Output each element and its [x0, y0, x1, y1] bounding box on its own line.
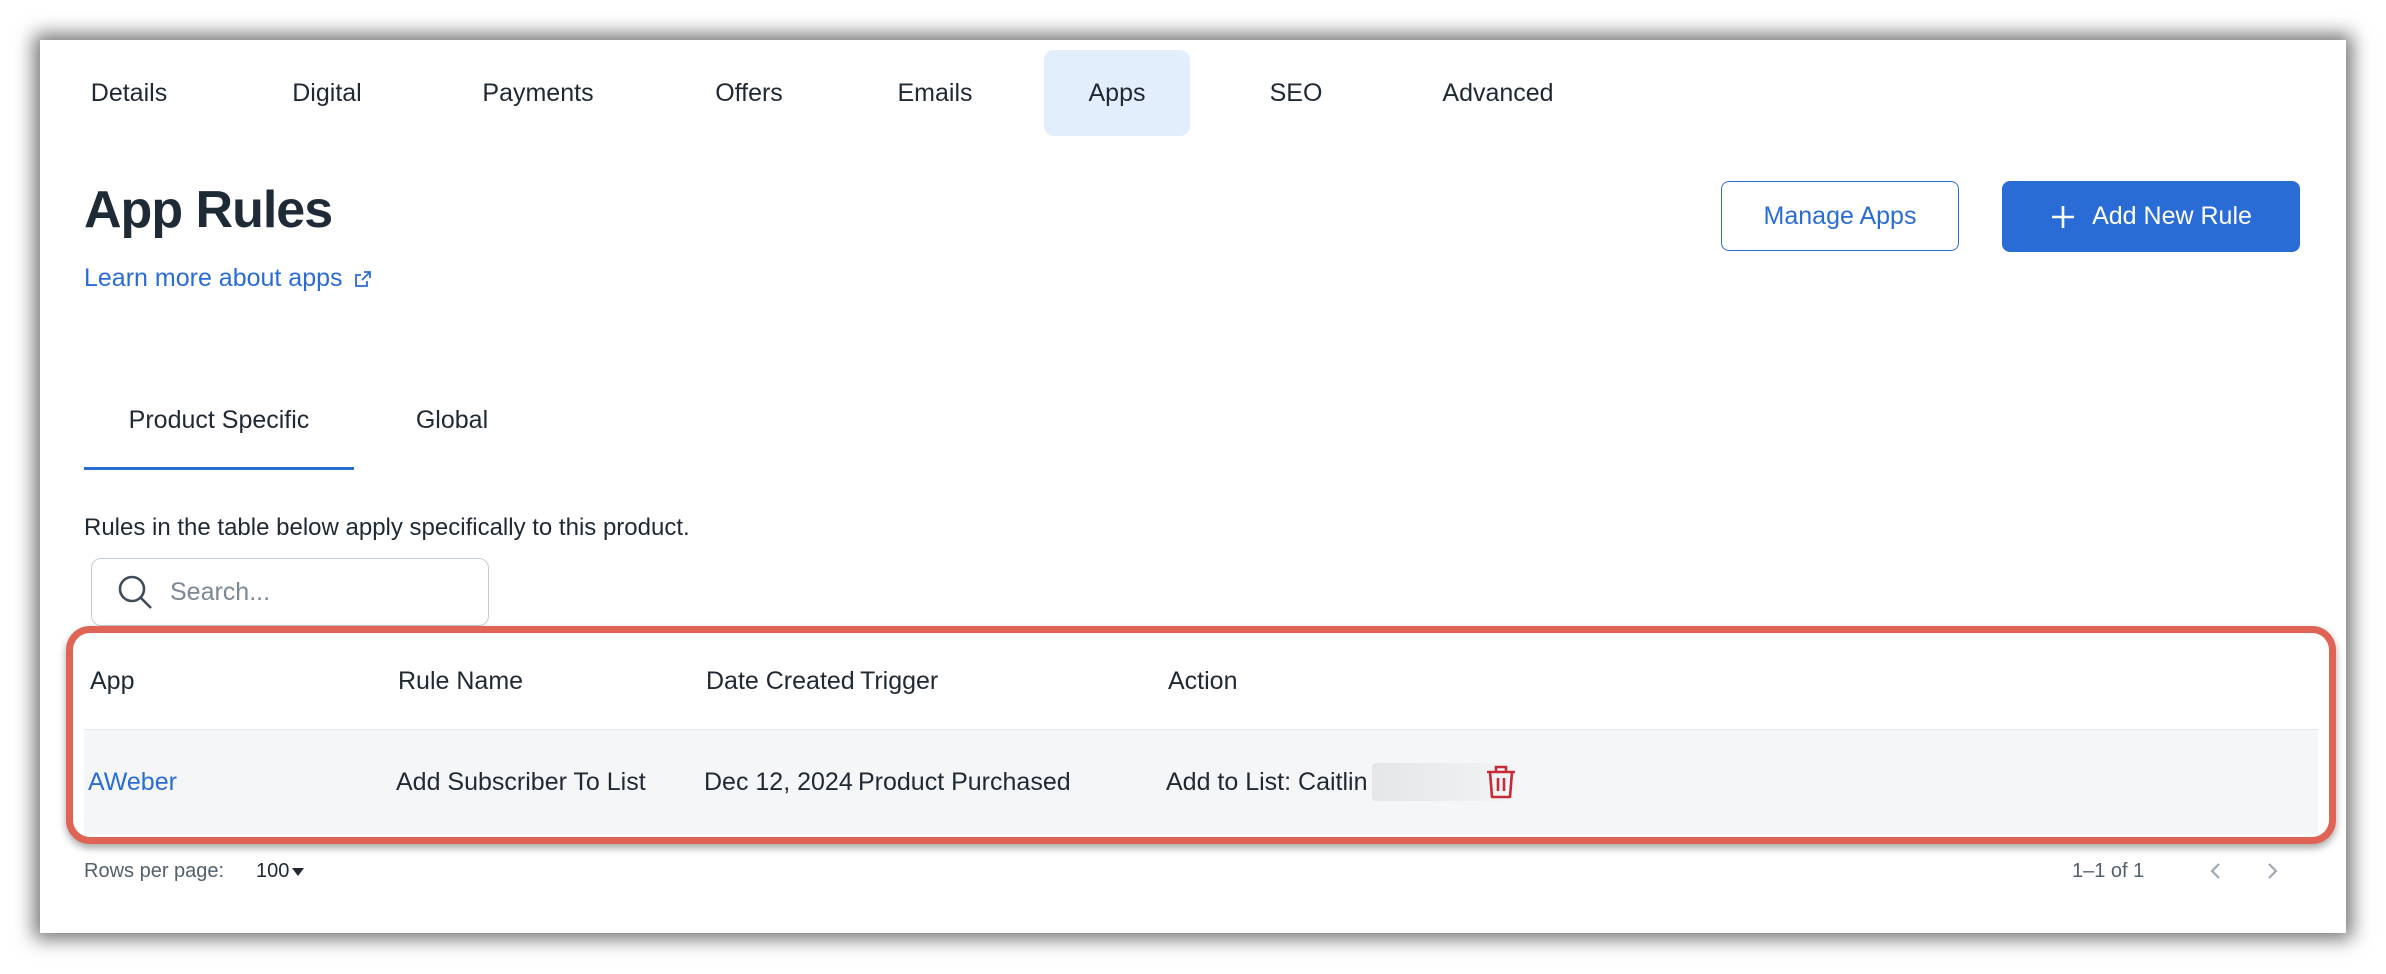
chevron-right-icon: [2268, 863, 2278, 879]
rule-scope-tabs: Product Specific Global: [84, 370, 584, 470]
row-rule-name: Add Subscriber To List: [396, 767, 646, 796]
tab-digital[interactable]: Digital: [268, 50, 386, 136]
header-trigger[interactable]: Trigger: [860, 633, 938, 729]
product-tabs: Details Digital Payments Offers Emails A…: [40, 50, 2346, 136]
header-app[interactable]: App: [90, 633, 134, 729]
app-rules-panel: Details Digital Payments Offers Emails A…: [40, 40, 2346, 933]
tab-global[interactable]: Global: [392, 370, 512, 470]
add-new-rule-label: Add New Rule: [2092, 202, 2252, 230]
header-rule-name[interactable]: Rule Name: [398, 633, 523, 729]
prev-page-button[interactable]: [2204, 856, 2228, 891]
rows-per-page-label: Rows per page:: [84, 860, 225, 882]
manage-apps-button[interactable]: Manage Apps: [1721, 181, 1959, 251]
page-title: App Rules: [84, 181, 333, 239]
add-new-rule-button[interactable]: Add New Rule: [2002, 181, 2300, 252]
tab-payments[interactable]: Payments: [458, 50, 618, 136]
delete-rule-button[interactable]: [1484, 730, 1518, 834]
tab-emails[interactable]: Emails: [878, 50, 992, 136]
row-date-created: Dec 12, 2024: [704, 767, 853, 796]
rows-per-page-select[interactable]: 100: [256, 860, 305, 883]
rules-description: Rules in the table below apply specifica…: [84, 514, 690, 541]
caret-down-icon: [292, 867, 305, 876]
rules-table: App Rule Name Date Created Trigger Actio…: [66, 626, 2336, 844]
row-action: Add to List: Caitlin: [1166, 730, 1522, 834]
search-box: [91, 558, 489, 626]
row-trigger: Product Purchased: [858, 767, 1071, 796]
tab-apps[interactable]: Apps: [1044, 50, 1190, 136]
tab-offers[interactable]: Offers: [692, 50, 806, 136]
chevron-left-icon: [2210, 863, 2220, 879]
trash-icon: [1487, 765, 1515, 799]
learn-more-link[interactable]: Learn more about apps: [84, 264, 373, 293]
learn-more-label: Learn more about apps: [84, 264, 343, 292]
search-input[interactable]: [168, 576, 472, 608]
table-row[interactable]: AWeber Add Subscriber To List Dec 12, 20…: [84, 730, 2318, 834]
pagination: Rows per page: 100 1–1 of 1: [40, 848, 2346, 898]
tab-product-specific[interactable]: Product Specific: [84, 370, 354, 470]
next-page-button[interactable]: [2260, 856, 2284, 891]
rows-per-page-value: 100: [256, 860, 290, 882]
header-action[interactable]: Action: [1168, 633, 1237, 729]
row-action-text: Add to List: Caitlin: [1166, 767, 1368, 796]
tab-advanced[interactable]: Advanced: [1418, 50, 1578, 136]
page-range: 1–1 of 1: [2072, 860, 2145, 882]
table-header-row: App Rule Name Date Created Trigger Actio…: [84, 633, 2318, 730]
search-icon: [118, 575, 152, 609]
tab-details[interactable]: Details: [60, 50, 198, 136]
plus-icon: [2052, 205, 2075, 228]
external-link-icon: [354, 270, 371, 287]
tab-seo[interactable]: SEO: [1248, 50, 1344, 136]
header-date-created[interactable]: Date Created: [706, 633, 855, 729]
row-app-link[interactable]: AWeber: [88, 730, 177, 834]
